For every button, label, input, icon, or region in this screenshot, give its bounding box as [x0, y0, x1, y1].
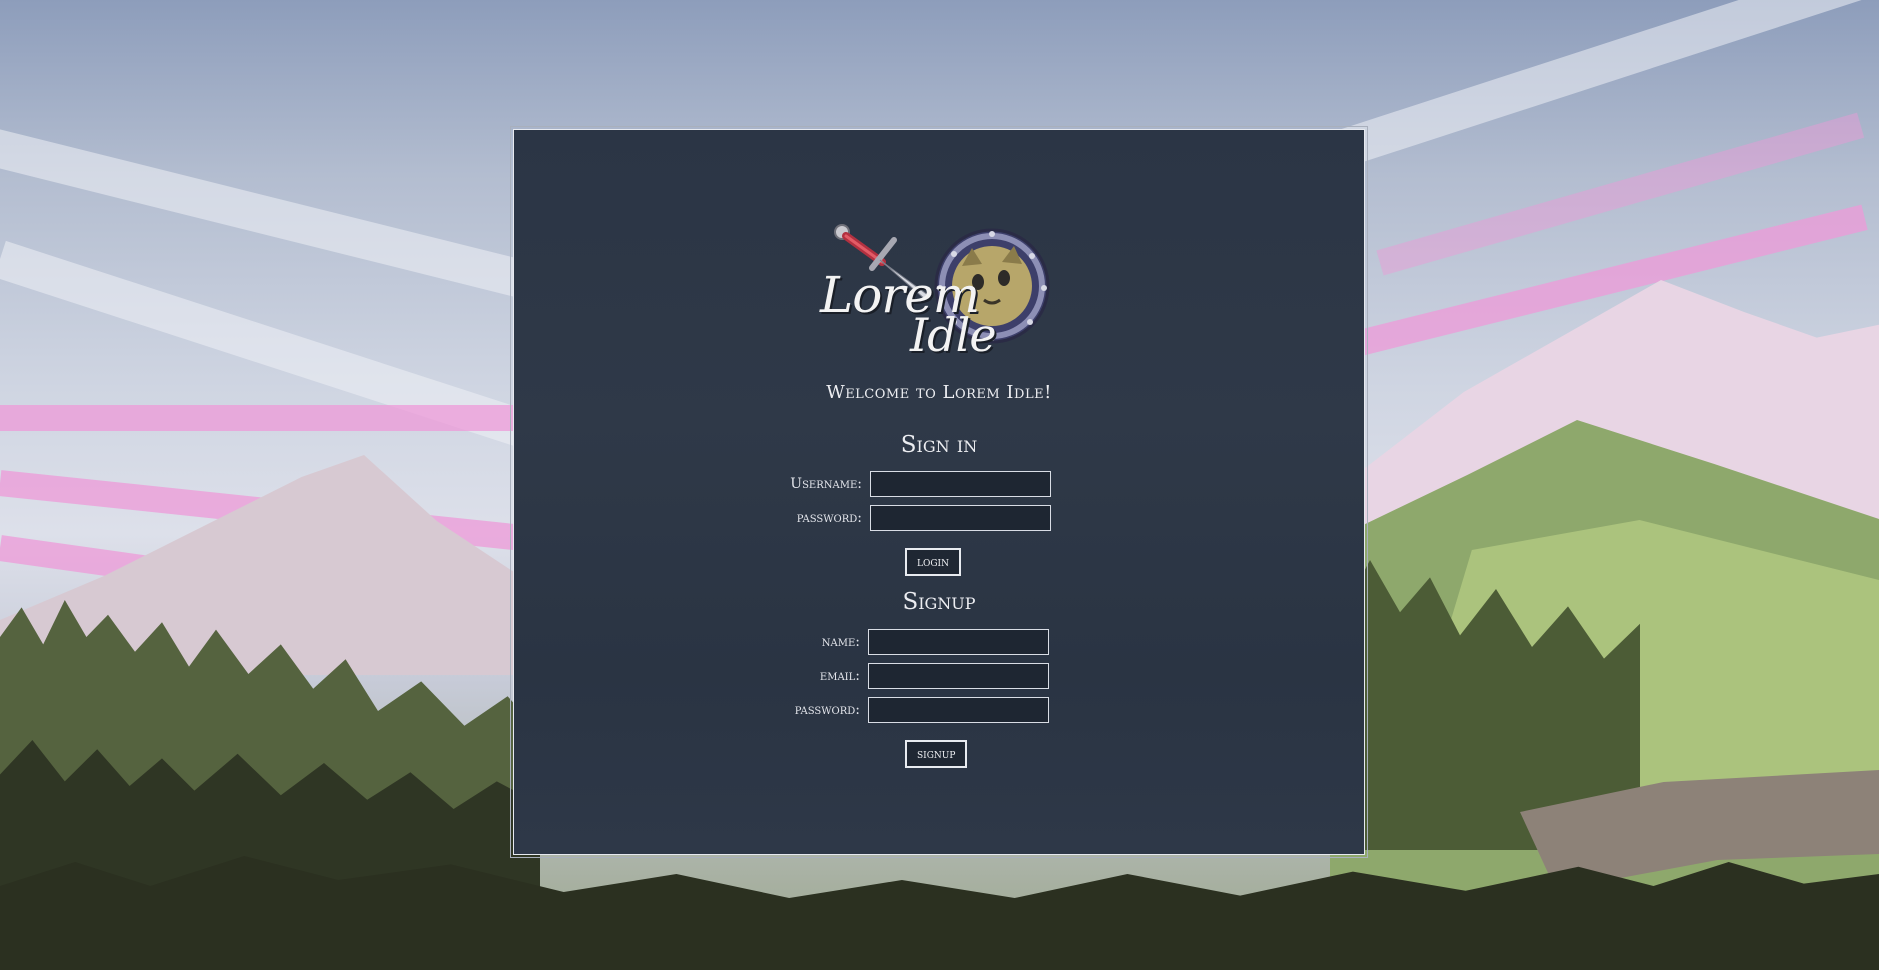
login-panel: Lorem Idle Welcome to Lorem Idle! Sign i… — [510, 126, 1368, 858]
signin-password-row: password: — [740, 505, 1051, 531]
name-row: name: — [738, 629, 1049, 655]
signup-password-row: password: — [738, 697, 1049, 723]
signin-title: Sign in — [900, 432, 978, 458]
game-logo: Lorem Idle — [820, 222, 1060, 362]
login-button[interactable]: login — [905, 548, 961, 576]
name-input[interactable] — [868, 629, 1049, 655]
welcome-message: Welcome to Lorem Idle! — [826, 382, 1052, 403]
signup-password-input[interactable] — [868, 697, 1049, 723]
signin-password-input[interactable] — [870, 505, 1051, 531]
logo-title-line-2: Idle — [910, 308, 997, 362]
username-row: Username: — [740, 471, 1051, 497]
email-row: email: — [738, 663, 1049, 689]
name-label: name: — [821, 634, 860, 650]
signup-button[interactable]: signup — [905, 740, 968, 768]
email-input[interactable] — [868, 663, 1049, 689]
email-label: email: — [819, 668, 860, 684]
username-label: Username: — [790, 476, 862, 492]
pink-cloud — [0, 405, 520, 431]
signup-title: Signup — [902, 589, 976, 615]
signup-password-label: password: — [794, 702, 860, 718]
username-input[interactable] — [870, 471, 1051, 497]
signin-password-label: password: — [796, 510, 862, 526]
